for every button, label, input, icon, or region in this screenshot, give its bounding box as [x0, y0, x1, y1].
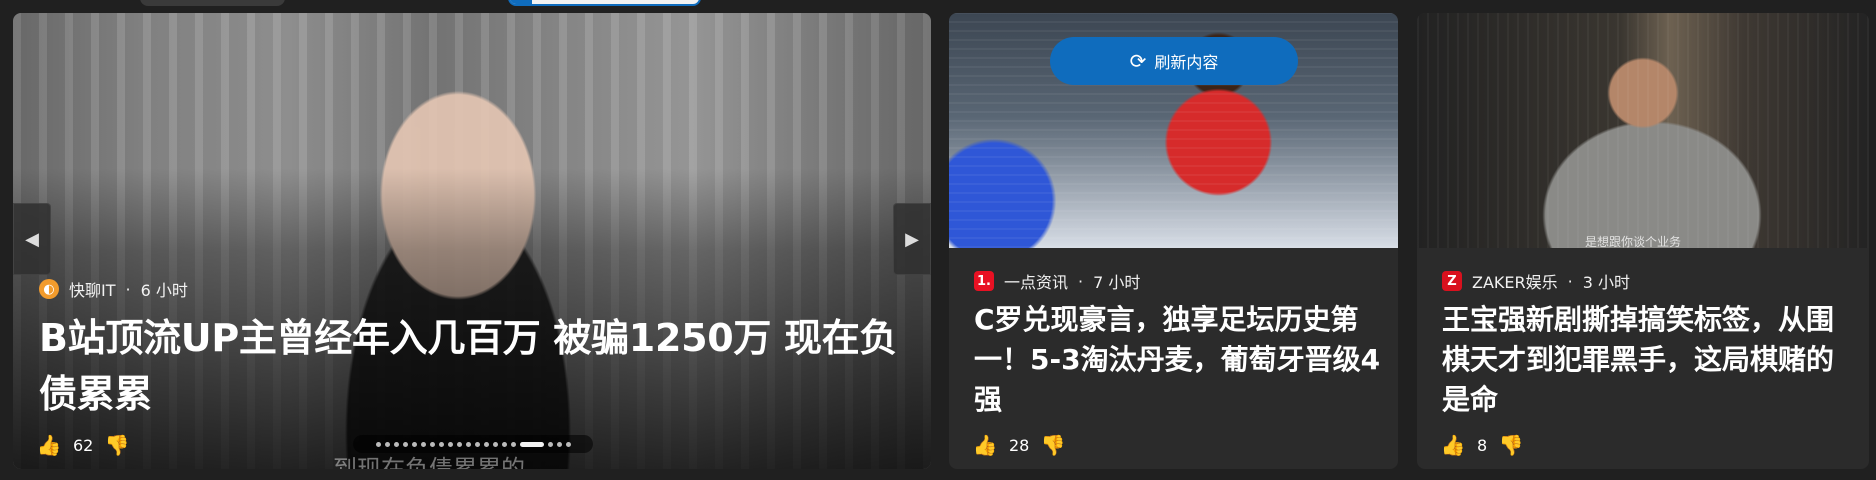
yidian-source-icon: 1.: [974, 271, 994, 291]
carousel-dot[interactable]: [501, 441, 507, 447]
hero-source-row: ◐ 快聊IT · 6 小时: [39, 277, 188, 301]
carousel-dot-active[interactable]: [519, 441, 544, 447]
news-time: 7 小时: [1093, 273, 1141, 292]
carousel-dot[interactable]: [402, 441, 408, 447]
carousel-dot[interactable]: [438, 441, 444, 447]
carousel-dot[interactable]: [393, 441, 399, 447]
news-like-count: 8: [1477, 435, 1488, 455]
carousel-dot[interactable]: [420, 441, 426, 447]
refresh-content-label: 刷新内容: [1154, 53, 1219, 72]
hero-news-card[interactable]: ◀ ▶ ◐ 快聊IT · 6 小时 B站顶流UP主曾经年入几百万 被骗1250万…: [13, 13, 931, 469]
news-reactions-entertainment: 👍 8 👎: [1441, 433, 1524, 457]
thumbs-up-icon[interactable]: 👍: [973, 433, 998, 457]
news-source-name: ZAKER娱乐: [1472, 273, 1558, 292]
carousel-dot[interactable]: [556, 441, 562, 447]
carousel-dot[interactable]: [474, 441, 480, 447]
carousel-dot[interactable]: [411, 441, 417, 447]
refresh-icon: ⟳: [1129, 49, 1147, 73]
hero-source-separator: ·: [125, 279, 131, 299]
news-card-entertainment[interactable]: 是想跟你谈个业务 Z ZAKER娱乐 · 3 小时 王宝强新剧撕掉搞笑标签，从围…: [1417, 13, 1869, 469]
carousel-dot[interactable]: [492, 441, 498, 447]
news-card-sports[interactable]: ⟳ 刷新内容 1. 一点资讯 · 7 小时 C罗兑现豪言，独享足坛历史第一！5-…: [949, 13, 1398, 469]
thumbs-down-icon[interactable]: 👎: [1041, 433, 1066, 457]
carousel-dot[interactable]: [375, 441, 381, 447]
carousel-next-button[interactable]: ▶: [893, 203, 931, 275]
news-image-entertainment: [1417, 13, 1869, 248]
chevron-right-icon: ▶: [905, 228, 919, 250]
hero-title[interactable]: B站顶流UP主曾经年入几百万 被骗1250万 现在负债累累: [39, 310, 929, 422]
zaker-source-icon: Z: [1442, 271, 1462, 291]
hero-time: 6 小时: [140, 281, 188, 300]
thumbs-down-icon[interactable]: 👎: [105, 433, 130, 457]
news-source-row-sports: 1. 一点资讯 · 7 小时: [974, 269, 1140, 293]
news-title-entertainment[interactable]: 王宝强新剧撕掉搞笑标签，从围棋天才到犯罪黑手，这局棋赌的是命: [1442, 300, 1852, 420]
news-title-sports[interactable]: C罗兑现豪言，独享足坛历史第一！5-3淘汰丹麦，葡萄牙晋级4强: [974, 300, 1384, 420]
chevron-left-icon: ◀: [25, 228, 39, 250]
kuailiao-source-icon: ◐: [39, 279, 59, 299]
news-time: 3 小时: [1582, 273, 1631, 292]
carousel-dot[interactable]: [483, 441, 489, 447]
hero-source-name: 快聊IT: [69, 281, 116, 300]
thumbs-up-icon[interactable]: 👍: [37, 433, 62, 457]
news-image-caption: 是想跟你谈个业务: [1585, 235, 1682, 249]
top-pill-active: [508, 0, 701, 6]
hero-reactions: 👍 62 👎: [37, 433, 130, 457]
carousel-dot[interactable]: [510, 441, 516, 447]
carousel-prev-button[interactable]: ◀: [13, 203, 51, 275]
hero-like-count: 62: [73, 435, 94, 455]
carousel-dot[interactable]: [384, 441, 390, 447]
thumbs-up-icon[interactable]: 👍: [1441, 433, 1466, 457]
news-source-separator: ·: [1078, 271, 1084, 291]
carousel-dot[interactable]: [429, 441, 435, 447]
carousel-dot[interactable]: [447, 441, 453, 447]
carousel-dot[interactable]: [547, 441, 553, 447]
thumbs-down-icon[interactable]: 👎: [1499, 433, 1524, 457]
news-reactions-sports: 👍 28 👎: [973, 433, 1066, 457]
news-like-count: 28: [1009, 435, 1030, 455]
carousel-dot[interactable]: [565, 441, 571, 447]
top-pill-left: [140, 0, 285, 6]
carousel-dot[interactable]: [465, 441, 471, 447]
news-source-name: 一点资讯: [1004, 273, 1069, 292]
carousel-dot[interactable]: [456, 441, 462, 447]
news-source-separator: ·: [1567, 271, 1573, 291]
refresh-content-button[interactable]: ⟳ 刷新内容: [1050, 37, 1298, 85]
carousel-pagination[interactable]: [353, 435, 593, 453]
news-source-row-entertainment: Z ZAKER娱乐 · 3 小时: [1442, 269, 1630, 293]
